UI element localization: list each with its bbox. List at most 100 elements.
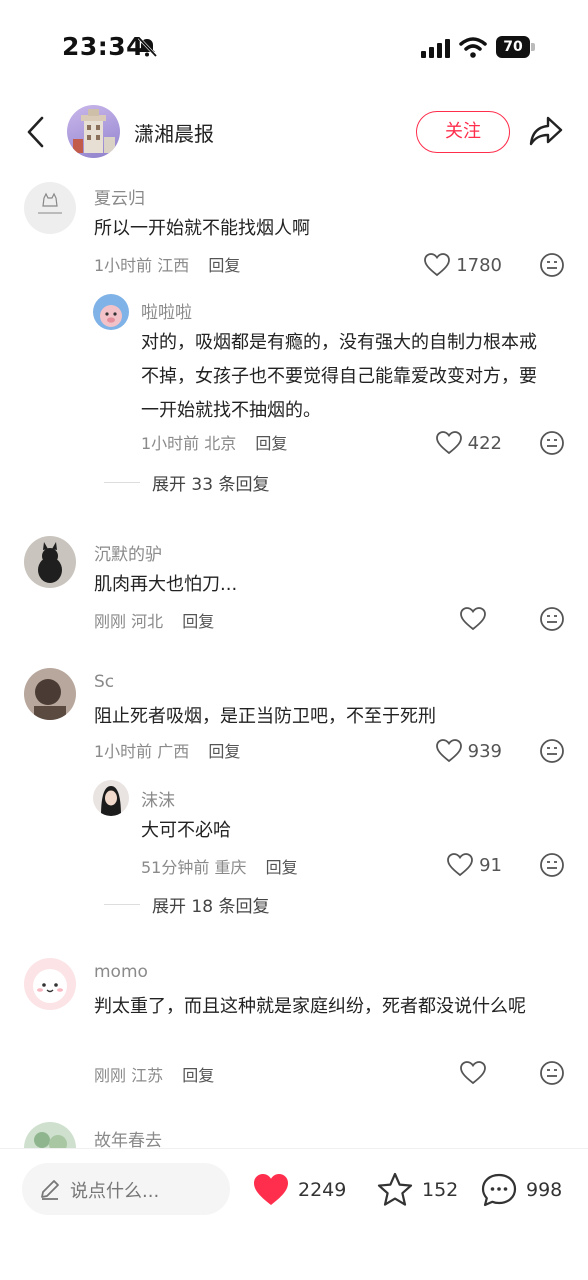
expand-replies-label: 展开 18 条回复 — [152, 897, 270, 917]
reply-button[interactable]: 回复 — [255, 434, 287, 453]
comment-button[interactable]: 998 — [480, 1171, 562, 1209]
battery-cap — [531, 43, 535, 51]
comment-location: 河北 — [131, 612, 164, 631]
avatar[interactable] — [24, 182, 76, 234]
comment-input[interactable]: 说点什么... — [22, 1163, 230, 1215]
avatar[interactable] — [93, 294, 129, 330]
star-icon — [377, 1172, 413, 1206]
reply-button[interactable]: 回复 — [208, 256, 240, 275]
commenter-name[interactable]: Sc — [94, 672, 114, 692]
input-placeholder: 说点什么... — [70, 1181, 160, 1202]
commenter-name[interactable]: 沫沫 — [141, 786, 175, 811]
like-count: 91 — [479, 854, 502, 876]
bottom-action-bar: 说点什么... 2249 152 998 — [0, 1148, 588, 1280]
dislike-icon[interactable] — [539, 430, 565, 456]
like-button[interactable]: 939 — [426, 738, 502, 764]
comment-time: 1小时前 — [141, 434, 200, 453]
comment-bubble-icon — [481, 1173, 517, 1207]
commenter-name[interactable]: 夏云归 — [94, 184, 145, 209]
reply-button[interactable]: 回复 — [182, 1066, 214, 1085]
like-button[interactable]: 422 — [410, 430, 502, 456]
comment-text: 阻止死者吸烟，是正当防卫吧，不至于死刑 — [94, 706, 436, 727]
heart-icon — [447, 853, 473, 877]
header: 潇湘晨报 关注 — [0, 100, 588, 164]
follow-button[interactable]: 关注 — [416, 111, 510, 153]
heart-icon — [424, 253, 451, 277]
wifi-icon — [459, 37, 487, 58]
pen-icon — [41, 1180, 59, 1200]
battery-indicator: 70 — [496, 36, 536, 58]
share-icon[interactable] — [528, 114, 564, 148]
status-bar: 23:34 70 — [0, 0, 588, 90]
like-post-button[interactable]: 2249 — [252, 1171, 346, 1209]
heart-icon — [435, 431, 462, 455]
comment-time: 刚刚 — [94, 1066, 127, 1085]
commenter-name[interactable]: momo — [94, 962, 148, 982]
status-time: 23:34 — [62, 32, 145, 61]
comment-text: 大可不必哈 — [141, 820, 231, 841]
comment-meta: 51分钟前 重庆 回复 — [141, 854, 298, 878]
signal-icon — [421, 39, 450, 58]
like-count: 1780 — [456, 254, 502, 276]
comment-location: 江西 — [157, 256, 190, 275]
commenter-name[interactable]: 沉默的驴 — [94, 540, 162, 565]
reply-button[interactable]: 回复 — [266, 858, 298, 877]
like-button[interactable] — [446, 1060, 486, 1086]
reply-button[interactable]: 回复 — [208, 742, 240, 761]
divider — [104, 904, 140, 905]
dislike-icon[interactable] — [539, 606, 565, 632]
comment-text: 肌肉再大也怕刀... — [94, 574, 238, 595]
reply-button[interactable]: 回复 — [182, 612, 214, 631]
comment-location: 北京 — [204, 434, 237, 453]
comment-text: 对的，吸烟都是有瘾的，没有强大的自制力根本戒不掉，女孩子也不要觉得自己能靠爱改变… — [141, 332, 537, 421]
dislike-icon[interactable] — [539, 1060, 565, 1086]
dislike-icon[interactable] — [539, 738, 565, 764]
comment-time: 51分钟前 — [141, 858, 210, 877]
comment-meta: 1小时前 江西 回复 — [94, 252, 240, 276]
cat-photo-icon — [38, 542, 62, 583]
like-count: 422 — [467, 432, 502, 454]
heart-filled-icon — [254, 1174, 288, 1205]
heart-icon — [460, 607, 486, 631]
avatar[interactable] — [93, 780, 129, 816]
comment-text: 所以一开始就不能找烟人啊 — [94, 218, 310, 239]
avatar[interactable] — [24, 536, 76, 588]
cute-face-icon — [33, 969, 67, 1003]
like-count: 2249 — [298, 1179, 347, 1201]
divider — [104, 482, 140, 483]
building-icon — [73, 109, 115, 153]
cat-logo-icon — [38, 192, 62, 214]
comment-text: 判太重了，而且这种就是家庭纠纷，死者都没说什么呢 — [94, 996, 526, 1017]
expand-replies-label: 展开 33 条回复 — [152, 475, 270, 495]
comment-time: 刚刚 — [94, 612, 127, 631]
portrait-photo-icon — [34, 679, 66, 720]
dislike-icon[interactable] — [539, 852, 565, 878]
like-button[interactable]: 1780 — [410, 252, 502, 278]
battery-level: 70 — [496, 36, 530, 58]
comment-time: 1小时前 — [94, 256, 153, 275]
comment-location: 江苏 — [131, 1066, 164, 1085]
portrait-photo-icon — [101, 786, 121, 816]
avatar[interactable] — [24, 668, 76, 720]
comment-meta: 刚刚 江苏 回复 — [94, 1062, 214, 1086]
dislike-icon[interactable] — [539, 252, 565, 278]
like-button[interactable]: 91 — [440, 852, 502, 878]
heart-icon — [460, 1061, 486, 1085]
bell-muted-icon — [137, 36, 158, 58]
expand-replies-button[interactable]: 展开 33 条回复 — [104, 470, 269, 495]
like-count: 939 — [467, 740, 502, 762]
expand-replies-button[interactable]: 展开 18 条回复 — [104, 892, 269, 917]
comment-meta: 1小时前 北京 回复 — [141, 430, 287, 454]
cartoon-pig-icon — [100, 305, 122, 327]
comment-meta: 刚刚 河北 回复 — [94, 608, 214, 632]
back-icon[interactable] — [22, 112, 50, 152]
avatar[interactable] — [24, 958, 76, 1010]
commenter-name[interactable]: 啦啦啦 — [141, 298, 192, 323]
heart-icon — [435, 739, 462, 763]
comment-location: 重庆 — [214, 858, 247, 877]
account-avatar[interactable] — [67, 105, 120, 158]
like-button[interactable] — [446, 606, 486, 632]
comment-meta: 1小时前 广西 回复 — [94, 738, 240, 762]
account-name[interactable]: 潇湘晨报 — [134, 118, 214, 147]
favorite-button[interactable]: 152 — [376, 1171, 458, 1209]
